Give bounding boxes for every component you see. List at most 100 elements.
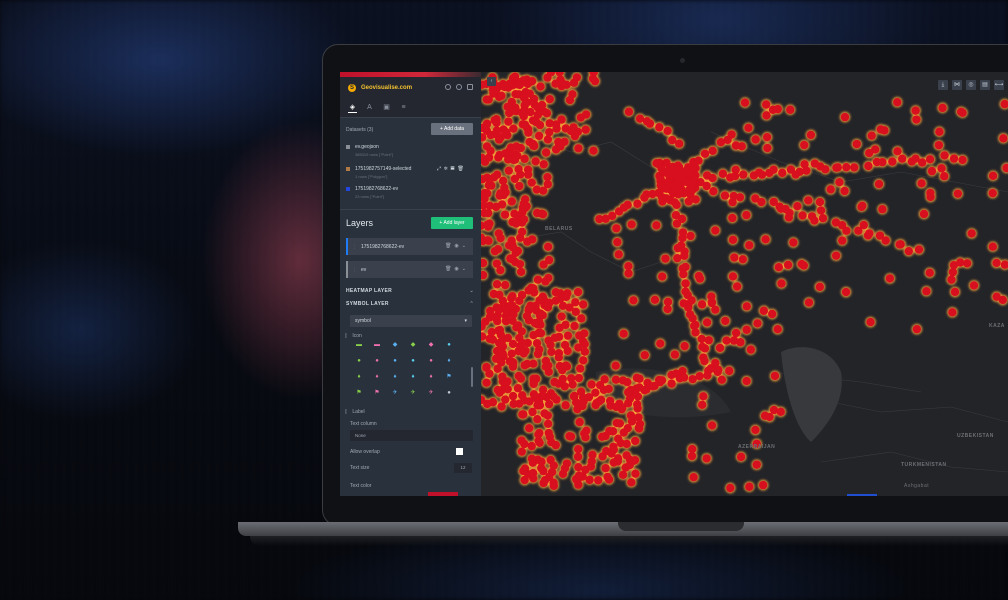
dataset-item[interactable]: ev.geojson 385319 rows ["Point"] (346, 144, 476, 158)
map-canvas[interactable]: BELARUS UZBEKISTAN TURKMENISTAN AZERBAIJ… (481, 72, 1008, 496)
layers-tab-icon[interactable]: ◈ (348, 103, 357, 113)
drag-handle-icon[interactable]: ⋮ (352, 244, 357, 250)
map-point (508, 339, 518, 349)
add-layer-button[interactable]: + Add layer (431, 217, 473, 229)
map-point (859, 220, 868, 230)
brand-logo-icon[interactable]: S (348, 84, 356, 92)
drop-icon[interactable]: ♦ (426, 373, 436, 381)
brand-name[interactable]: Geovisualise.com (361, 85, 412, 91)
flag-icon[interactable]: ⚑ (372, 389, 382, 397)
map-point (850, 163, 859, 172)
eye-icon[interactable]: ◉ (454, 266, 461, 272)
map-point (570, 321, 579, 331)
map-layer[interactable] (481, 72, 1008, 496)
text-color-swatch[interactable] (428, 492, 458, 496)
map-point (500, 82, 509, 92)
bubble-icon[interactable]: ● (390, 357, 400, 365)
map-point (532, 117, 541, 127)
expand-icon[interactable]: ⤢ (437, 166, 444, 172)
text-size-input[interactable]: 12 (454, 463, 472, 473)
drop-icon[interactable]: ♦ (408, 373, 418, 381)
bubble-icon[interactable]: ● (426, 357, 436, 365)
share-icon[interactable] (467, 84, 473, 90)
bubble-icon[interactable]: ● (408, 357, 418, 365)
sidebar-panel: S Geovisualise.com ◈ A ▣ ≡ Datasets (3) … (340, 72, 481, 496)
map-point (534, 430, 543, 439)
map-point (502, 128, 511, 137)
add-data-button[interactable]: + Add data (431, 123, 473, 135)
globe-icon[interactable]: ◎ (966, 80, 976, 90)
layer-type-select[interactable]: symbol ▾ (350, 315, 472, 327)
bubble-icon[interactable]: ● (444, 341, 454, 349)
map-point (663, 297, 673, 307)
heatmap-layer-accordion[interactable]: HEATMAP LAYER ⌄ (346, 288, 474, 294)
draw-icon[interactable]: ⤓ (938, 80, 948, 90)
map-point (543, 172, 552, 182)
map-point (632, 400, 642, 409)
map-point (482, 142, 492, 151)
map-point (623, 423, 632, 433)
map-point (699, 392, 708, 401)
pin-icon[interactable]: ◆ (426, 341, 436, 349)
filter-tab-icon[interactable]: A (365, 103, 374, 112)
plane-icon[interactable]: ✈ (390, 389, 400, 397)
basemap-tab-icon[interactable]: ≡ (399, 103, 408, 112)
split-map-icon[interactable]: ⋈ (952, 80, 962, 90)
speech-bubble-icon[interactable]: ▬ (354, 341, 364, 349)
flag-icon[interactable]: ⚑ (444, 373, 454, 381)
allow-overlap-checkbox[interactable] (456, 448, 463, 455)
scrollbar-thumb[interactable] (471, 367, 473, 387)
plane-icon[interactable]: ✈ (408, 389, 418, 397)
map-point (578, 401, 587, 411)
trash-icon[interactable]: 🗑 (457, 166, 466, 172)
map-point (673, 243, 682, 253)
text-column-select[interactable]: None (350, 430, 473, 441)
dataset-item[interactable]: 1751982768622-ev 23 rows ["Point"] (346, 186, 476, 200)
layer-item[interactable]: ⋮ 1751982768622-ev 🗑◉⌄ (346, 238, 473, 255)
pin-icon[interactable]: ◆ (408, 341, 418, 349)
map-point (576, 113, 586, 122)
map-point (717, 375, 727, 384)
pin-icon[interactable]: ◆ (390, 341, 400, 349)
symbol-layer-accordion[interactable]: SYMBOL LAYER ⌃ (346, 301, 474, 307)
datasets-header: Datasets (3) (346, 127, 374, 133)
drag-handle-icon[interactable]: ⋮ (352, 267, 357, 273)
map-point (563, 346, 572, 356)
map-point (580, 329, 589, 338)
icon-section-header[interactable]: ⎸ Icon (346, 333, 362, 339)
layer-item[interactable]: ⋮ ev 🗑◉⌄ (346, 261, 473, 278)
chevron-down-icon[interactable]: ⌄ (462, 266, 469, 272)
drop-icon[interactable]: ♦ (444, 357, 454, 365)
info-icon[interactable] (445, 84, 451, 90)
interaction-tab-icon[interactable]: ▣ (382, 103, 391, 112)
map-point (618, 470, 628, 479)
drop-icon[interactable]: ♦ (390, 373, 400, 381)
map-point (635, 383, 644, 392)
map-point (587, 457, 596, 466)
flag-icon[interactable]: ⚑ (354, 389, 364, 397)
map-point (709, 187, 718, 196)
map-point (810, 216, 819, 225)
chevron-down-icon[interactable]: ⌄ (462, 243, 469, 249)
drop-icon[interactable]: ♦ (372, 373, 382, 381)
legend-icon[interactable]: ▤ (980, 80, 990, 90)
attribution-bar (847, 494, 877, 496)
gear-icon[interactable]: ✲ (444, 166, 451, 172)
plane-icon[interactable]: ✈ (426, 389, 436, 397)
bubble-icon[interactable]: ● (372, 357, 382, 365)
map-point (603, 472, 612, 482)
map-point (704, 336, 714, 345)
fullscreen-icon[interactable]: ⟷ (994, 80, 1004, 90)
label-section-header[interactable]: ⎸ Label (346, 409, 365, 415)
map-point (503, 155, 513, 164)
bubble-icon[interactable]: ● (354, 357, 364, 365)
drop-icon[interactable]: ♦ (354, 373, 364, 381)
globe-icon[interactable]: ● (444, 389, 454, 397)
settings-icon[interactable] (456, 84, 462, 90)
map-point (540, 409, 549, 418)
message-icon[interactable]: ▬ (372, 341, 382, 349)
map-point (492, 280, 502, 289)
eye-icon[interactable]: ◉ (454, 243, 461, 249)
collapse-sidebar-button[interactable]: ‹ (487, 77, 496, 86)
map-point (573, 444, 583, 454)
